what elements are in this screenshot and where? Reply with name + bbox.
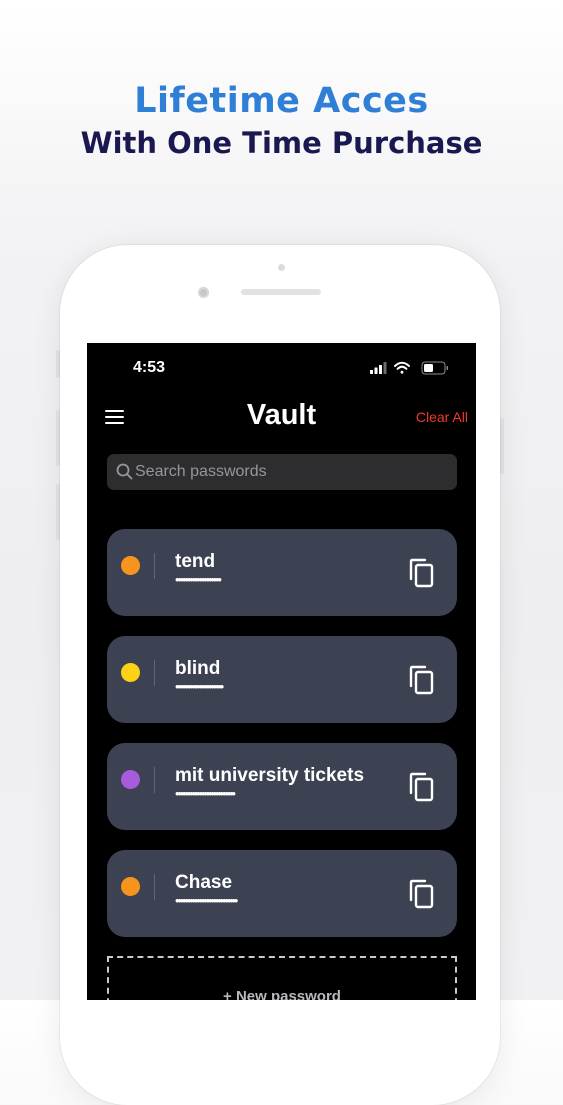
copy-icon[interactable]	[407, 772, 435, 807]
wifi-icon	[394, 361, 410, 374]
battery-icon	[421, 361, 448, 375]
vault-item-card[interactable]: Chase ••••••••••••••••••••••••••	[107, 850, 457, 937]
masked-password: ••••••••••••••••••••••••••	[175, 893, 238, 908]
vault-item-card[interactable]: blind ••••••••••••••••••••	[107, 636, 457, 723]
masked-password: ••••••••••••••••••••	[175, 679, 224, 694]
phone-camera	[198, 287, 209, 298]
copy-icon[interactable]	[407, 665, 435, 700]
masked-password: •••••••••••••••••••	[175, 572, 222, 587]
copy-icon[interactable]	[407, 879, 435, 914]
promo-subheadline: With One Time Purchase	[80, 126, 483, 160]
vault-item-card[interactable]: tend •••••••••••••••••••	[107, 529, 457, 616]
promo-headline: Lifetime Acces	[134, 81, 429, 121]
new-password-label: + New password	[223, 988, 341, 1000]
vault-item-card[interactable]: mit university tickets •••••••••••••••••…	[107, 743, 457, 830]
vault-item-name: Chase	[175, 872, 233, 893]
signal-icon	[370, 362, 387, 374]
item-divider	[154, 660, 155, 686]
color-dot	[121, 770, 140, 789]
item-divider	[154, 553, 155, 579]
copy-icon[interactable]	[407, 558, 435, 593]
search-bar[interactable]	[107, 454, 457, 490]
phone-power-button	[500, 418, 504, 474]
item-divider	[154, 767, 155, 793]
item-divider	[154, 874, 155, 900]
app-screen: 4:53 Vault Clear All Search passwords te…	[87, 343, 476, 1000]
vault-item-name: blind	[175, 658, 221, 679]
phone-speaker	[241, 289, 321, 295]
phone-sensor	[278, 264, 285, 271]
status-bar-icons	[370, 360, 450, 376]
color-dot	[121, 556, 140, 575]
vault-item-name: mit university tickets	[175, 765, 365, 786]
masked-password: •••••••••••••••••••••••••	[175, 786, 236, 801]
search-icon	[116, 463, 133, 485]
status-bar-time: 4:53	[133, 359, 166, 376]
color-dot	[121, 663, 140, 682]
new-password-button[interactable]: + New password	[107, 956, 457, 1000]
clear-all-button[interactable]: Clear All	[416, 409, 468, 425]
vault-item-name: tend	[175, 551, 216, 572]
search-input[interactable]	[135, 454, 445, 490]
color-dot	[121, 877, 140, 896]
